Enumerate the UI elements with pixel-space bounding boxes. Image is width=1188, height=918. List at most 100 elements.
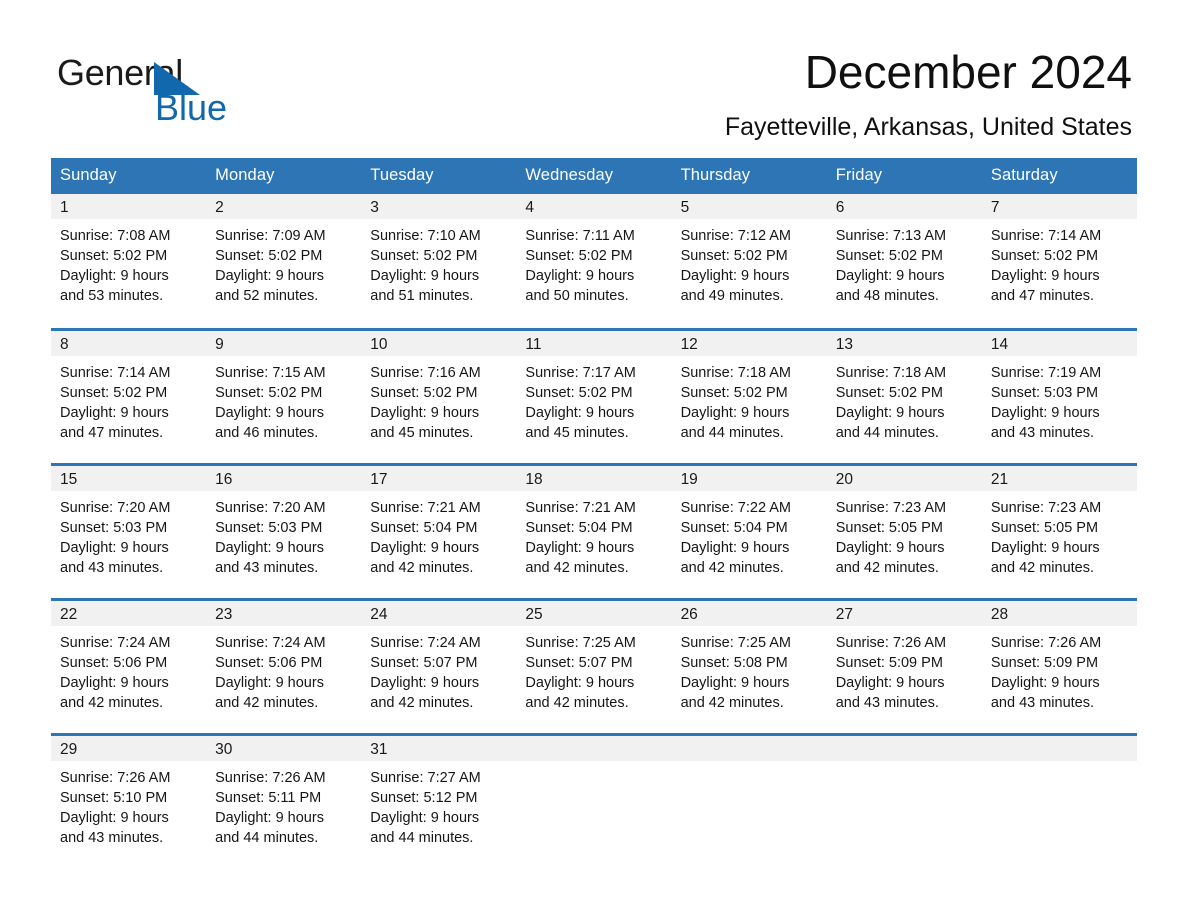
sunset-time: Sunset: 5:02 PM	[60, 384, 168, 401]
calendar-day-cell[interactable]: 21 Sunrise: 7:23 AM Sunset: 5:05 PM Dayligh…	[981, 462, 1137, 599]
daylight-duration-line1: Daylight: 9 hours	[835, 674, 945, 691]
day-cell-inner	[671, 735, 827, 870]
column-header-tuesday: Tuesday	[361, 158, 517, 194]
column-header-saturday: Saturday	[981, 158, 1137, 194]
calendar-day-cell[interactable]: 4 Sunrise: 7:11 AM Sunset: 5:02 PM Daylight…	[516, 194, 672, 329]
calendar-week-row: 15 Sunrise: 7:20 AM Sunset: 5:03 PM Dayligh…	[51, 462, 1137, 599]
day-cell-details: Sunrise: 7:19 AM Sunset: 5:03 PM Daylight:…	[982, 356, 1137, 443]
calendar-day-cell[interactable]: 12 Sunrise: 7:18 AM Sunset: 5:02 PM Dayligh…	[671, 327, 827, 464]
day-number: 11	[516, 330, 672, 356]
daylight-duration-line2: and 44 minutes.	[215, 829, 319, 846]
calendar-day-cell[interactable]: 8 Sunrise: 7:14 AM Sunset: 5:02 PM Daylight…	[51, 327, 207, 464]
calendar-day-cell[interactable]: 15 Sunrise: 7:20 AM Sunset: 5:03 PM Dayligh…	[51, 462, 207, 599]
day-number: 27	[826, 600, 982, 626]
general-blue-logo[interactable]: General Blue	[57, 54, 317, 134]
day-cell-details: Sunrise: 7:16 AM Sunset: 5:02 PM Daylight:…	[361, 356, 516, 443]
sunset-time: Sunset: 5:03 PM	[215, 519, 323, 536]
sunrise-time: Sunrise: 7:24 AM	[370, 634, 481, 651]
day-cell-inner: 2 Sunrise: 7:09 AM Sunset: 5:02 PM Daylight…	[206, 194, 362, 328]
calendar-day-cell[interactable]: 20 Sunrise: 7:23 AM Sunset: 5:05 PM Dayligh…	[826, 462, 982, 599]
calendar-day-cell[interactable]: 22 Sunrise: 7:24 AM Sunset: 5:06 PM Dayligh…	[51, 597, 207, 734]
day-cell-details: Sunrise: 7:24 AM Sunset: 5:07 PM Daylight:…	[361, 626, 516, 713]
calendar-page: General Blue December 2024 Fayetteville,…	[0, 0, 1188, 918]
sunrise-time: Sunrise: 7:11 AM	[525, 228, 635, 244]
calendar-day-cell[interactable]: 9 Sunrise: 7:15 AM Sunset: 5:02 PM Daylight…	[206, 327, 362, 464]
sunrise-time: Sunrise: 7:15 AM	[215, 364, 326, 381]
day-cell-inner: 29 Sunrise: 7:26 AM Sunset: 5:10 PM Dayligh…	[51, 735, 207, 870]
day-cell-inner: 9 Sunrise: 7:15 AM Sunset: 5:02 PM Daylight…	[206, 330, 362, 463]
sunrise-time: Sunrise: 7:21 AM	[525, 499, 636, 516]
daylight-duration-line2: and 42 minutes.	[525, 694, 629, 711]
calendar-day-cell[interactable]: 14 Sunrise: 7:19 AM Sunset: 5:03 PM Dayligh…	[981, 327, 1137, 464]
sunset-time: Sunset: 5:02 PM	[835, 248, 943, 264]
day-cell-inner: 1 Sunrise: 7:08 AM Sunset: 5:02 PM Daylight…	[51, 194, 207, 328]
daylight-duration-line2: and 47 minutes.	[990, 288, 1095, 304]
day-number: 10	[361, 330, 517, 356]
daylight-duration-line2: and 53 minutes.	[60, 288, 164, 304]
sunset-time: Sunset: 5:02 PM	[680, 384, 788, 401]
calendar-day-cell[interactable]: 31 Sunrise: 7:27 AM Sunset: 5:12 PM Dayligh…	[361, 732, 517, 869]
day-number: 7	[981, 194, 1137, 219]
calendar-day-cell[interactable]: 23 Sunrise: 7:24 AM Sunset: 5:06 PM Dayligh…	[206, 597, 362, 734]
day-number: 3	[361, 194, 517, 219]
day-number: 20	[826, 465, 982, 491]
daylight-duration-line2: and 43 minutes.	[990, 424, 1095, 441]
calendar-header-row: Sunday Monday Tuesday Wednesday Thursday…	[51, 158, 1137, 194]
calendar-day-cell[interactable]: 5 Sunrise: 7:12 AM Sunset: 5:02 PM Daylight…	[671, 194, 827, 329]
daylight-duration-line2: and 45 minutes.	[525, 424, 629, 441]
calendar-day-cell[interactable]: 16 Sunrise: 7:20 AM Sunset: 5:03 PM Dayligh…	[206, 462, 362, 599]
calendar-day-cell[interactable]: 25 Sunrise: 7:25 AM Sunset: 5:07 PM Dayligh…	[516, 597, 672, 734]
calendar-day-cell[interactable]: 6 Sunrise: 7:13 AM Sunset: 5:02 PM Daylight…	[826, 194, 982, 329]
calendar-day-cell[interactable]: 10 Sunrise: 7:16 AM Sunset: 5:02 PM Dayligh…	[361, 327, 517, 464]
sunset-time: Sunset: 5:05 PM	[990, 519, 1099, 536]
sunset-time: Sunset: 5:02 PM	[370, 248, 478, 264]
calendar-day-cell[interactable]: 26 Sunrise: 7:25 AM Sunset: 5:08 PM Dayligh…	[671, 597, 827, 734]
day-number: 9	[206, 330, 362, 356]
calendar-day-cell[interactable]: 28 Sunrise: 7:26 AM Sunset: 5:09 PM Dayligh…	[981, 597, 1137, 734]
daylight-duration-line2: and 42 minutes.	[215, 694, 319, 711]
day-number: 1	[51, 194, 207, 219]
sunrise-time: Sunrise: 7:21 AM	[370, 499, 481, 516]
calendar-day-cell[interactable]: 1 Sunrise: 7:08 AM Sunset: 5:02 PM Daylight…	[51, 194, 207, 329]
day-cell-details: Sunrise: 7:21 AM Sunset: 5:04 PM Daylight:…	[361, 491, 516, 578]
calendar-day-cell[interactable]: 7 Sunrise: 7:14 AM Sunset: 5:02 PM Daylight…	[981, 194, 1137, 329]
day-cell-details: Sunrise: 7:15 AM Sunset: 5:02 PM Daylight:…	[206, 356, 361, 443]
day-cell-inner: 27 Sunrise: 7:26 AM Sunset: 5:09 PM Dayligh…	[826, 600, 982, 733]
daylight-duration-line1: Daylight: 9 hours	[680, 268, 790, 284]
calendar-day-cell[interactable]: 17 Sunrise: 7:21 AM Sunset: 5:04 PM Dayligh…	[361, 462, 517, 599]
sunrise-time: Sunrise: 7:22 AM	[680, 499, 791, 516]
day-number: 2	[206, 194, 362, 219]
daylight-duration-line2: and 45 minutes.	[370, 424, 474, 441]
sunrise-time: Sunrise: 7:24 AM	[60, 634, 171, 651]
daylight-duration-line1: Daylight: 9 hours	[525, 404, 635, 421]
sunrise-time: Sunrise: 7:14 AM	[60, 364, 171, 381]
daylight-duration-line2: and 50 minutes.	[525, 288, 629, 304]
calendar-day-cell[interactable]: 18 Sunrise: 7:21 AM Sunset: 5:04 PM Dayligh…	[516, 462, 672, 599]
calendar-day-cell[interactable]: 2 Sunrise: 7:09 AM Sunset: 5:02 PM Daylight…	[206, 194, 362, 329]
day-cell-details: Sunrise: 7:13 AM Sunset: 5:02 PM Daylight:…	[827, 219, 982, 306]
calendar-day-cell[interactable]: 3 Sunrise: 7:10 AM Sunset: 5:02 PM Daylight…	[361, 194, 517, 329]
day-cell-inner: 22 Sunrise: 7:24 AM Sunset: 5:06 PM Dayligh…	[51, 600, 207, 733]
calendar-day-cell[interactable]: 30 Sunrise: 7:26 AM Sunset: 5:11 PM Dayligh…	[206, 732, 362, 869]
sunset-time: Sunset: 5:02 PM	[60, 248, 168, 264]
calendar-day-cell[interactable]: 19 Sunrise: 7:22 AM Sunset: 5:04 PM Dayligh…	[671, 462, 827, 599]
daylight-duration-line2: and 47 minutes.	[60, 424, 164, 441]
calendar-day-cell[interactable]: 13 Sunrise: 7:18 AM Sunset: 5:02 PM Dayligh…	[826, 327, 982, 464]
calendar-day-cell[interactable]: 27 Sunrise: 7:26 AM Sunset: 5:09 PM Dayligh…	[826, 597, 982, 734]
daylight-duration-line1: Daylight: 9 hours	[370, 268, 480, 284]
day-number	[981, 735, 1137, 761]
calendar-day-cell[interactable]: 29 Sunrise: 7:26 AM Sunset: 5:10 PM Dayligh…	[51, 732, 207, 870]
day-cell-inner: 8 Sunrise: 7:14 AM Sunset: 5:02 PM Daylight…	[51, 330, 207, 463]
day-cell-inner	[826, 735, 982, 870]
sunrise-time: Sunrise: 7:26 AM	[215, 769, 326, 786]
day-cell-inner: 25 Sunrise: 7:25 AM Sunset: 5:07 PM Dayligh…	[516, 600, 672, 733]
day-number: 30	[206, 735, 362, 761]
day-cell-details: Sunrise: 7:21 AM Sunset: 5:04 PM Daylight:…	[516, 491, 671, 578]
daylight-duration-line2: and 44 minutes.	[835, 424, 939, 441]
day-cell-inner: 24 Sunrise: 7:24 AM Sunset: 5:07 PM Dayligh…	[361, 600, 517, 733]
calendar-day-cell[interactable]: 24 Sunrise: 7:24 AM Sunset: 5:07 PM Dayligh…	[361, 597, 517, 734]
daylight-duration-line2: and 46 minutes.	[215, 424, 319, 441]
calendar-day-cell[interactable]: 11 Sunrise: 7:17 AM Sunset: 5:02 PM Dayligh…	[516, 327, 672, 464]
daylight-duration-line2: and 42 minutes.	[680, 694, 784, 711]
daylight-duration-line1: Daylight: 9 hours	[215, 674, 324, 691]
